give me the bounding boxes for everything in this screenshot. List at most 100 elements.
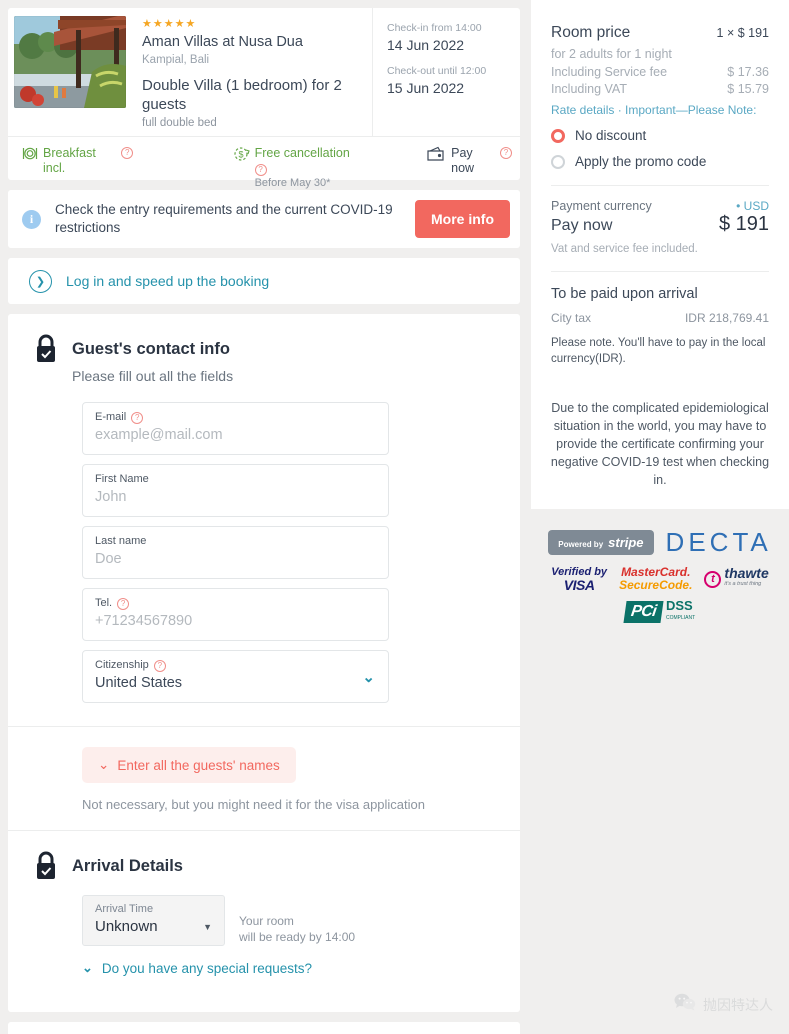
help-icon-tel[interactable]: ? (117, 597, 130, 610)
enter-guests-names-button[interactable]: ⌄ Enter all the guests' names (82, 747, 296, 783)
hotel-info: ★★★★★ Aman Villas at Nusa Dua Kampial, B… (126, 8, 372, 136)
radio-unselected-icon[interactable] (551, 154, 565, 169)
tel-label-text: Tel. (95, 597, 113, 609)
lock-check-icon-arrival (32, 851, 60, 881)
pci-dss-logo: PCi DSS COMPLIANT (623, 599, 696, 624)
occupancy-note: for 2 adults for 1 night (551, 47, 672, 61)
last-name-input[interactable]: Doe (95, 549, 376, 569)
covid-alert-card: i Check the entry requirements and the c… (8, 190, 520, 248)
citizenship-label-text: Citizenship (95, 659, 149, 671)
pay-now-row: Pay now $ 191 (551, 213, 769, 236)
first-name-label-text: First Name (95, 473, 149, 485)
radio-selected-icon[interactable] (551, 128, 565, 143)
badge-breakfast-label: Breakfast incl. (43, 146, 96, 175)
arrival-time-label: Arrival Time (95, 903, 154, 915)
badge-cancellation-label: Free cancellation (254, 146, 350, 160)
verified-by-visa-logo: Verified by VISA (551, 566, 607, 592)
guest-form-card: Guest's contact info Please fill out all… (8, 314, 520, 1012)
help-icon-citizenship[interactable]: ? (153, 659, 166, 672)
city-tax-row: City tax IDR 218,769.41 (551, 311, 769, 325)
thawte-text: thawte it's a trust thing (724, 566, 768, 590)
chevron-down-icon-guests: ⌄ (98, 757, 110, 772)
contact-fields: E-mail ? example@mail.com First Name Joh… (8, 384, 520, 726)
logo-row-3: PCi DSS COMPLIANT (545, 599, 775, 624)
help-icon-breakfast[interactable]: ? (121, 147, 134, 159)
star-rating: ★★★★★ (142, 18, 197, 30)
room-price-block: Room price 1 × $ 191 for 2 adults for 1 … (551, 0, 769, 186)
tel-input[interactable]: +71234567890 (95, 611, 376, 631)
check-out-label: Check-out until 12:00 (387, 65, 487, 77)
room-price-row: Room price 1 × $ 191 (551, 24, 769, 42)
hotel-name[interactable]: Aman Villas at Nusa Dua (142, 33, 362, 51)
last-name-label-text: Last name (95, 535, 147, 547)
service-fee-row: Including Service fee $ 17.36 (551, 65, 769, 79)
watermark: 抛因特达人 (674, 993, 773, 1016)
city-tax-label: City tax (551, 311, 592, 325)
local-currency-note: Please note. You'll have to pay in the l… (551, 337, 766, 365)
last-name-field[interactable]: Last name Doe (82, 526, 389, 579)
payment-currency-row: Payment currency • USD (551, 199, 769, 213)
tel-field[interactable]: Tel. ? +71234567890 (82, 588, 389, 641)
arrival-details-block: Arrival Details Arrival Time Unknown ▼ Y… (8, 830, 520, 1012)
more-info-button[interactable]: More info (415, 200, 510, 238)
arrival-time-select[interactable]: Arrival Time Unknown ▼ (82, 895, 225, 946)
discount-option-promo-code[interactable]: Apply the promo code (551, 154, 769, 169)
email-input[interactable]: example@mail.com (95, 425, 376, 445)
arrival-section-title: Arrival Details (72, 856, 183, 875)
help-icon-pay-now[interactable]: ? (500, 147, 513, 159)
decta-logo: DECTA (665, 527, 772, 557)
help-icon-email[interactable]: ? (131, 411, 144, 424)
mastercard-securecode-logo: MasterCard. SecureCode. (619, 566, 692, 592)
payment-currency-block: Payment currency • USD Pay now $ 191 Vat… (551, 186, 769, 272)
badge-cancellation-text: Free cancellation ? Before May 30* (254, 146, 360, 190)
arrival-section-header: Arrival Details (8, 831, 520, 881)
vat-label: Including VAT (551, 82, 627, 96)
contact-section-subtitle: Please fill out all the fields (72, 368, 234, 384)
pci-name: PCi (623, 601, 664, 623)
help-icon-cancellation[interactable]: ? (254, 164, 267, 176)
stay-dates: Check-in from 14:00 14 Jun 2022 Check-ou… (372, 8, 520, 136)
lock-check-icon (32, 334, 60, 364)
discount-option-no-discount[interactable]: No discount (551, 128, 769, 143)
check-out-date: 15 Jun 2022 (387, 80, 465, 96)
pay-now-label: Pay now (551, 217, 613, 234)
room-ready-line1: Your room (239, 914, 294, 928)
wallet-icon (426, 146, 446, 166)
service-fee-value: $ 17.36 (727, 65, 769, 79)
guests-note: Not necessary, but you might need it for… (82, 797, 426, 812)
logo-row-2: Verified by VISA MasterCard. SecureCode.… (545, 566, 775, 593)
citizenship-value[interactable]: United States (95, 673, 376, 693)
mastercard-line2: SecureCode. (619, 578, 693, 592)
arrival-time-value: Unknown (95, 918, 158, 935)
city-tax-value: IDR 218,769.41 (684, 311, 769, 325)
price-summary-card: Room price 1 × $ 191 for 2 adults for 1 … (531, 0, 789, 385)
svg-text:$: $ (238, 150, 243, 160)
tel-field-label: Tel. ? (95, 596, 376, 610)
pci-compliant-text: COMPLIANT (666, 615, 696, 621)
login-card[interactable]: ❯ Log in and speed up the booking (8, 258, 520, 304)
email-field[interactable]: E-mail ? example@mail.com (82, 402, 389, 455)
stripe-powered-text: Powered by (558, 540, 604, 549)
pay-on-arrival-title: To be paid upon arrival (551, 286, 698, 302)
first-name-field[interactable]: First Name John (82, 464, 389, 517)
pci-text: DSS COMPLIANT (666, 599, 696, 624)
check-in-group: Check-in from 14:00 14 Jun 2022 (387, 22, 510, 54)
rate-details-links[interactable]: Rate details · Important—Please Note: (551, 103, 769, 117)
check-out-group: Check-out until 12:00 15 Jun 2022 (387, 65, 510, 97)
room-price-qty: 1 × $ 191 (716, 26, 769, 40)
stripe-name-text: stripe (608, 535, 644, 550)
wechat-icon (674, 993, 696, 1016)
first-name-input[interactable]: John (95, 487, 376, 507)
chevron-down-icon[interactable]: ⌄ (362, 668, 375, 686)
special-requests-link[interactable]: Do you have any special requests? (102, 961, 312, 976)
citizenship-field[interactable]: Citizenship ? United States ⌄ (82, 650, 389, 703)
badge-pay-now: Pay now ? (426, 146, 513, 176)
currency-selector[interactable]: • USD (736, 199, 769, 213)
special-requests-row[interactable]: ⌄ Do you have any special requests? (8, 946, 520, 976)
hotel-thumbnail[interactable] (14, 16, 126, 108)
hotel-summary-card: ★★★★★ Aman Villas at Nusa Dua Kampial, B… (8, 8, 520, 189)
login-link[interactable]: Log in and speed up the booking (66, 273, 269, 289)
caret-down-icon[interactable]: ▼ (203, 922, 212, 932)
citizenship-field-label: Citizenship ? (95, 658, 376, 672)
no-discount-label: No discount (575, 128, 647, 143)
